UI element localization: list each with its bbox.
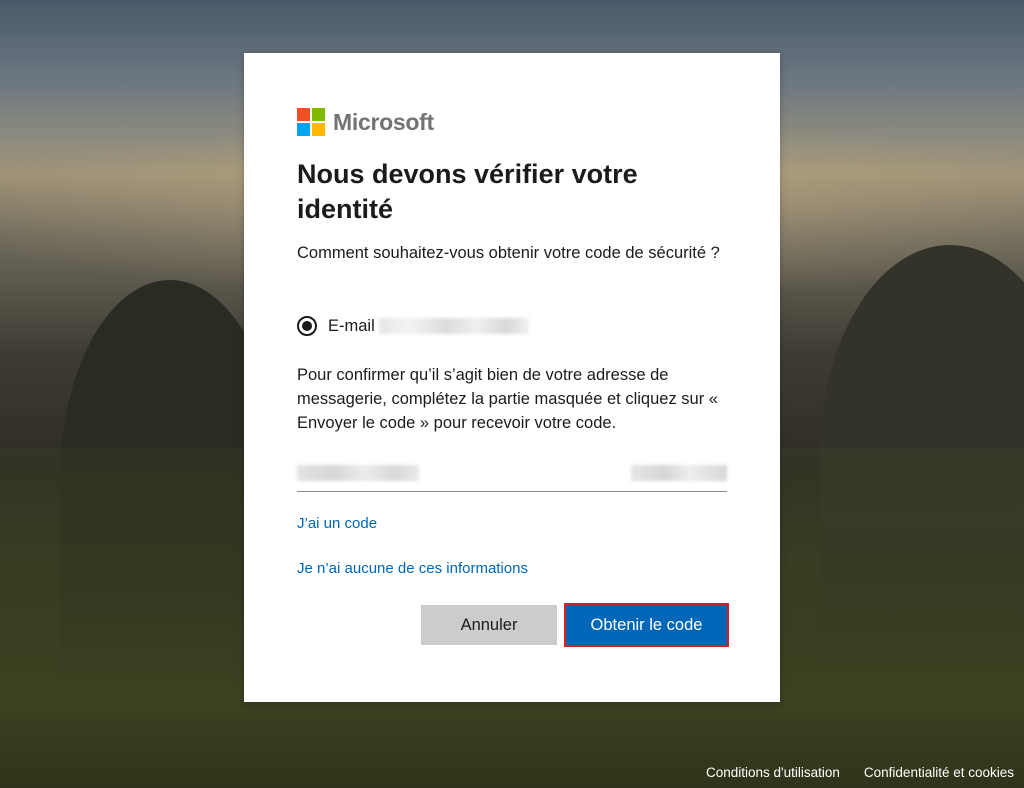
email-completion-input[interactable] (422, 459, 631, 489)
page-title: Nous devons vérifier votre identité (297, 159, 638, 224)
masked-email-prefix (297, 465, 419, 481)
dialog-actions: Annuler Obtenir le code (421, 603, 729, 647)
masked-email-suffix (631, 465, 727, 481)
get-code-button[interactable]: Obtenir le code (564, 603, 729, 647)
radio-selected-dot (302, 321, 312, 331)
email-option-label: E-mail (328, 316, 375, 335)
logo-square-yellow (312, 123, 325, 136)
email-radio-button[interactable] (297, 316, 317, 336)
footer-links: Conditions d'utilisation Confidentialité… (706, 765, 1014, 780)
logo-square-blue (297, 123, 310, 136)
logo-text: Microsoft (333, 108, 434, 135)
instructions-text: Pour confirmer qu’il s’agit bien de votr… (297, 366, 718, 432)
email-option[interactable]: E-mail (297, 313, 529, 339)
email-completion-field (297, 455, 727, 492)
terms-link[interactable]: Conditions d'utilisation (706, 765, 840, 780)
no-info-link[interactable]: Je n’ai aucune de ces informations (297, 560, 528, 577)
masked-email-address (378, 318, 529, 334)
verify-identity-dialog: Microsoft Nous devons vérifier votre ide… (244, 53, 780, 702)
microsoft-logo: Microsoft (297, 108, 434, 136)
question-text: Comment souhaitez-vous obtenir votre cod… (297, 244, 720, 262)
privacy-link[interactable]: Confidentialité et cookies (864, 765, 1014, 780)
logo-square-green (312, 108, 325, 121)
microsoft-squares-icon (297, 108, 325, 136)
logo-square-red (297, 108, 310, 121)
cancel-button[interactable]: Annuler (421, 605, 557, 645)
have-code-link[interactable]: J’ai un code (297, 515, 377, 532)
